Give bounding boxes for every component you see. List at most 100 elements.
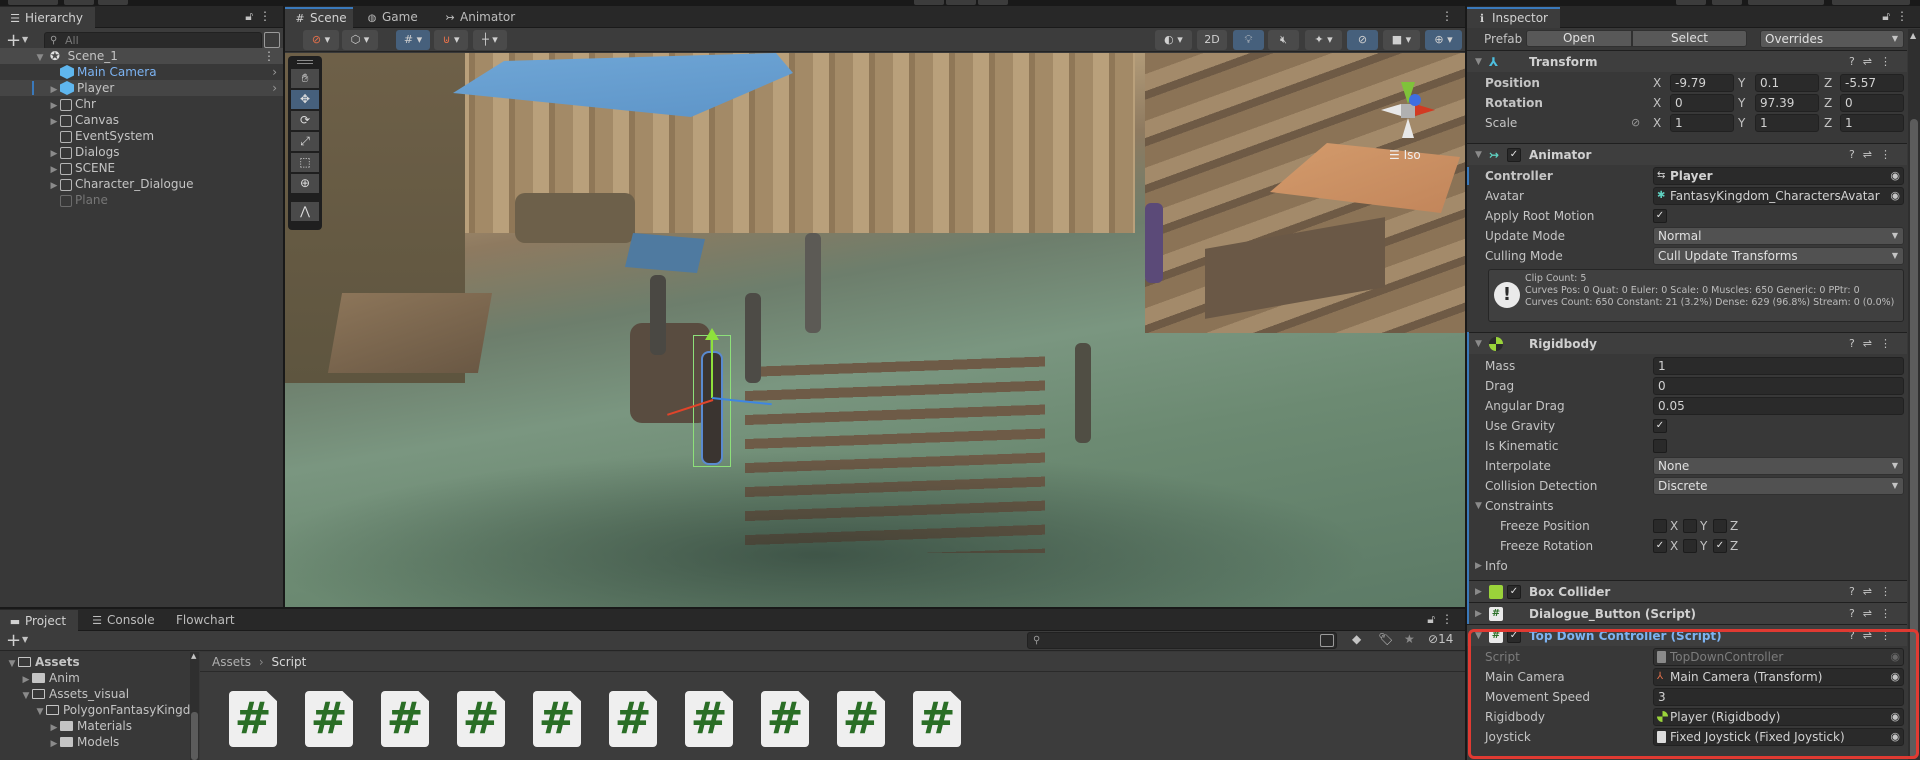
visibility-toggle[interactable]: ⊘ (1347, 30, 1378, 50)
chevron-down-icon[interactable]: ▼ (22, 35, 28, 44)
help-icon[interactable]: ? (1849, 55, 1863, 68)
script-asset-icon[interactable]: # (533, 691, 581, 747)
pause-button[interactable] (946, 0, 976, 5)
unlink-icon[interactable]: ⊘ (1631, 113, 1640, 133)
object-picker-icon[interactable]: ◉ (1890, 669, 1900, 685)
presets-icon[interactable]: ⇌ (1863, 629, 1880, 642)
tab-project[interactable]: ▬ Project (0, 610, 78, 631)
global-local-dropdown[interactable]: ⬡ ▾ (342, 30, 378, 50)
step-button[interactable] (978, 0, 1008, 5)
tab-scene[interactable]: # Scene (285, 7, 353, 28)
projection-label[interactable]: ☰ Iso (1389, 148, 1421, 162)
script-asset-icon[interactable]: # (609, 691, 657, 747)
presets-icon[interactable]: ⇌ (1863, 148, 1880, 161)
tool-handle-dropdown[interactable]: ⊘ ▾ (303, 30, 339, 50)
lighting-toggle[interactable]: 💡︎ (1233, 30, 1264, 50)
scrollbar-thumb[interactable] (1910, 119, 1918, 759)
character-npc[interactable] (1075, 343, 1091, 443)
character-npc[interactable] (745, 293, 761, 383)
presets-icon[interactable]: ⇌ (1863, 337, 1880, 350)
rigidbody-ref-field[interactable]: Player (Rigidbody) ◉ (1653, 708, 1904, 726)
presets-icon[interactable]: ⇌ (1863, 607, 1880, 620)
effects-dropdown[interactable]: ✦ ▾ (1305, 30, 1342, 50)
breadcrumb-script[interactable]: Script (272, 655, 307, 669)
search-button[interactable] (1712, 0, 1742, 5)
toggle-2d-button[interactable]: 2D (1197, 30, 1227, 50)
box-collider-header[interactable]: ▶ ✓ Box Collider ?⇌⋮ (1467, 580, 1907, 602)
presets-icon[interactable]: ⇌ (1863, 55, 1880, 68)
lock-icon[interactable]: 🔓︎ (245, 9, 259, 23)
scale-y-field[interactable]: 1 (1755, 114, 1819, 132)
favorites-star-icon[interactable]: ★ (1404, 632, 1415, 646)
scene-row[interactable]: ▼ ✪ Scene_1 ⋮ (0, 48, 283, 64)
collapse-arrow-icon[interactable]: ▼ (1475, 333, 1482, 355)
script-asset-icon[interactable]: # (229, 691, 277, 747)
prefab-overrides-dropdown[interactable]: Overrides (1760, 30, 1904, 48)
mass-field[interactable]: 1 (1653, 357, 1904, 375)
project-folder-item[interactable]: ▶ Models (48, 734, 120, 752)
help-icon[interactable]: ? (1849, 337, 1863, 350)
scene-viewport[interactable]: ✋︎ ✥ ⟳ ⤢ ⬚ ⊕ ⋀ ☰ Iso (285, 53, 1465, 607)
hierarchy-item[interactable]: Plane (0, 192, 283, 208)
freeze-rotation-y-checkbox[interactable] (1683, 539, 1697, 553)
expand-arrow-icon[interactable]: ▶ (48, 736, 60, 752)
search-by-label-icon[interactable]: 🏷︎ (1378, 632, 1393, 646)
info-foldout[interactable]: ▶ Info (1467, 556, 1907, 576)
script-asset-icon[interactable]: # (837, 691, 885, 747)
box-collider-enabled-checkbox[interactable]: ✓ (1507, 585, 1521, 599)
kebab-menu-icon[interactable]: ⋮ (263, 48, 275, 64)
play-button[interactable] (914, 0, 944, 5)
chevron-right-icon[interactable]: › (272, 80, 277, 96)
kebab-menu-icon[interactable]: ⋮ (1441, 9, 1459, 23)
script-asset-icon[interactable]: # (305, 691, 353, 747)
rotate-tool-button[interactable]: ⟳ (291, 111, 319, 130)
collapse-arrow-icon[interactable]: ▼ (1475, 625, 1482, 647)
object-picker-icon[interactable]: ◉ (1890, 709, 1900, 725)
rotation-y-field[interactable]: 97.39 (1755, 94, 1819, 112)
tab-hierarchy[interactable]: ☰ Hierarchy (0, 7, 95, 28)
collab-button[interactable] (98, 0, 128, 5)
constraints-row[interactable]: ▼ Constraints (1467, 496, 1907, 516)
character-npc[interactable] (805, 233, 821, 333)
hidden-packages-toggle[interactable]: ⊘14 (1428, 632, 1453, 646)
character-npc[interactable] (650, 275, 666, 355)
position-y-field[interactable]: 0.1 (1755, 74, 1819, 92)
kebab-menu-icon[interactable]: ⋮ (1880, 607, 1899, 620)
freeze-position-x-checkbox[interactable] (1653, 519, 1667, 533)
gizmo-neg-x-cone[interactable] (1381, 104, 1401, 116)
hierarchy-item[interactable]: ▶ Chr (0, 96, 283, 112)
incremental-snap-dropdown[interactable]: ⊍ ▾ (434, 30, 468, 50)
kebab-menu-icon[interactable]: ⋮ (1880, 585, 1899, 598)
move-gizmo-y-axis[interactable] (711, 338, 713, 398)
angular-drag-field[interactable]: 0.05 (1653, 397, 1904, 415)
collapse-arrow-icon[interactable]: ▼ (20, 688, 32, 704)
joystick-field[interactable]: Fixed Joystick (Fixed Joystick) ◉ (1653, 728, 1904, 746)
top-down-controller-header[interactable]: ▼ # ✓ Top Down Controller (Script) ?⇌⋮ (1467, 624, 1907, 646)
expand-arrow-icon[interactable]: ▼ (1475, 496, 1482, 516)
project-folder-item[interactable]: ▼ PolygonFantasyKingdo (34, 702, 198, 718)
lock-icon[interactable]: 🔓︎ (1882, 9, 1896, 23)
scale-x-field[interactable]: 1 (1670, 114, 1734, 132)
script-asset-icon[interactable]: # (761, 691, 809, 747)
use-gravity-checkbox[interactable]: ✓ (1653, 419, 1667, 433)
kebab-menu-icon[interactable]: ⋮ (1880, 55, 1899, 68)
animator-header[interactable]: ▼ ↣ ✓ Animator ?⇌⋮ (1467, 143, 1907, 165)
prefab-open-button[interactable]: Open (1526, 30, 1632, 47)
layers-dropdown[interactable] (1748, 0, 1824, 5)
chevron-down-icon[interactable]: ▼ (22, 635, 28, 644)
help-icon[interactable]: ? (1849, 607, 1863, 620)
freeze-position-y-checkbox[interactable] (1683, 519, 1697, 533)
gizmo-x-cone[interactable] (1415, 104, 1435, 116)
script-asset-icon[interactable]: # (457, 691, 505, 747)
kebab-menu-icon[interactable]: ⋮ (1880, 148, 1899, 161)
movement-speed-field[interactable]: 3 (1653, 688, 1904, 706)
breadcrumb-assets[interactable]: Assets (212, 655, 251, 669)
move-gizmo-y-arrow[interactable] (705, 328, 719, 340)
rect-tool-button[interactable]: ⬚ (291, 153, 319, 172)
hierarchy-item[interactable]: ▶ SCENE (0, 160, 283, 176)
object-picker-icon[interactable]: ◉ (1890, 168, 1900, 184)
cloud-button[interactable] (64, 0, 94, 5)
scroll-up-icon[interactable]: ▲ (1910, 31, 1916, 40)
transform-tool-button[interactable]: ⊕ (291, 174, 319, 193)
rotation-x-field[interactable]: 0 (1670, 94, 1734, 112)
